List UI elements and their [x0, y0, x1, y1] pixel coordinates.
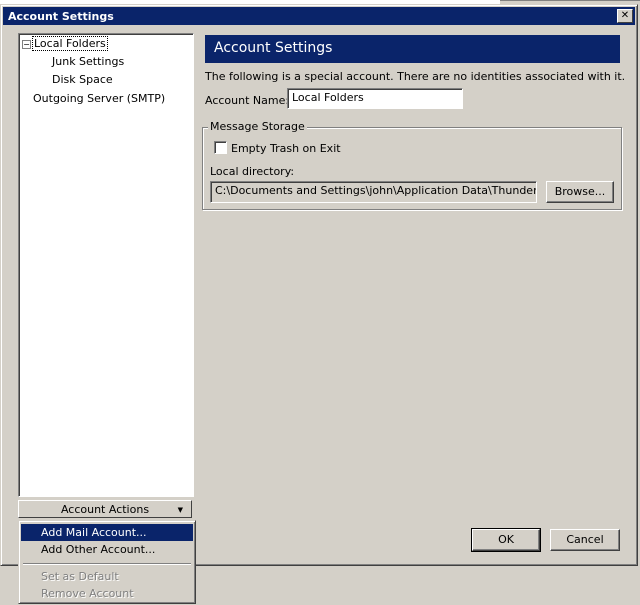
- menu-separator: [23, 563, 191, 565]
- empty-trash-label[interactable]: Empty Trash on Exit: [231, 142, 341, 155]
- account-name-field[interactable]: Local Folders: [287, 88, 463, 109]
- menu-item-add-mail-account[interactable]: Add Mail Account...: [21, 524, 193, 541]
- local-directory-label: Local directory:: [210, 165, 295, 178]
- title-bar[interactable]: Account Settings ✕: [3, 7, 635, 25]
- panel-description: The following is a special account. Ther…: [205, 70, 626, 83]
- account-name-label: Account Name:: [205, 94, 290, 107]
- tree-item-junk-settings[interactable]: Junk Settings: [52, 55, 124, 68]
- account-tree[interactable]: − Local Folders Junk Settings Disk Space…: [18, 33, 194, 497]
- window-title: Account Settings: [8, 10, 114, 23]
- panel-title: Account Settings: [214, 40, 333, 56]
- tree-item-local-folders[interactable]: Local Folders: [32, 36, 108, 51]
- panel-header: Account Settings: [205, 35, 620, 63]
- ok-button[interactable]: OK: [471, 528, 541, 552]
- account-actions-label: Account Actions: [60, 503, 150, 516]
- local-directory-field[interactable]: C:\Documents and Settings\john\Applicati…: [210, 181, 537, 203]
- message-storage-legend: Message Storage: [208, 120, 307, 133]
- menu-item-add-other-account[interactable]: Add Other Account...: [21, 541, 193, 558]
- menu-item-set-as-default: Set as Default: [41, 570, 119, 583]
- collapse-icon[interactable]: −: [22, 40, 31, 49]
- account-actions-button[interactable]: Account Actions ▼: [18, 500, 192, 518]
- dropdown-arrow-icon: ▼: [177, 506, 183, 514]
- empty-trash-checkbox[interactable]: [214, 141, 227, 154]
- browse-button[interactable]: Browse...: [546, 181, 614, 203]
- tree-item-disk-space[interactable]: Disk Space: [52, 73, 113, 86]
- close-button[interactable]: ✕: [617, 9, 633, 23]
- account-actions-menu: Add Mail Account... Add Other Account...…: [18, 520, 196, 604]
- tree-item-outgoing-server[interactable]: Outgoing Server (SMTP): [33, 92, 165, 105]
- close-icon: ✕: [620, 10, 630, 21]
- cancel-button[interactable]: Cancel: [550, 529, 620, 551]
- menu-item-remove-account: Remove Account: [41, 587, 134, 600]
